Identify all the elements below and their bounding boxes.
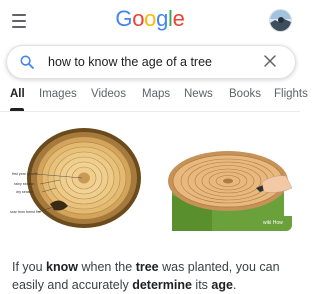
tab-news[interactable]: News — [184, 88, 213, 100]
label-fire-scar: scar from forest fire — [10, 210, 41, 214]
label-first-year-growth: first year growth — [12, 172, 38, 176]
user-avatar[interactable] — [269, 9, 292, 32]
logo-letter: G — [115, 6, 133, 31]
snippet-text: its — [191, 278, 212, 292]
snippet-text: . — [232, 278, 237, 292]
tab-flights[interactable]: Flights — [274, 88, 308, 100]
wikihow-watermark: wiki How — [263, 220, 283, 226]
close-icon[interactable] — [263, 54, 277, 68]
snippet-text: when the — [78, 260, 136, 274]
snippet-text: If you — [12, 260, 47, 274]
tab-all[interactable]: All — [10, 88, 25, 100]
featured-snippet-text: If you know when the tree was planted, y… — [12, 258, 292, 294]
search-icon[interactable] — [20, 55, 34, 69]
logo-letter: g — [156, 6, 169, 31]
tab-books[interactable]: Books — [229, 88, 261, 100]
label-rainy-season: rainy season — [14, 182, 35, 186]
image-result-tree-rings-diagram[interactable]: first year growth rainy season dry seaso… — [10, 126, 147, 231]
snippet-keyword: determine — [132, 278, 192, 292]
tab-videos[interactable]: Videos — [91, 88, 126, 100]
label-dry-season: dry season — [16, 190, 34, 194]
snippet-keyword: age — [211, 278, 233, 292]
tab-images[interactable]: Images — [39, 88, 77, 100]
snippet-keyword: tree — [135, 260, 159, 274]
logo-letter: o — [144, 6, 157, 31]
tab-maps[interactable]: Maps — [142, 88, 170, 100]
google-logo[interactable]: Google — [0, 6, 300, 32]
logo-letter: e — [172, 6, 185, 31]
tabs-divider — [0, 111, 300, 112]
search-input[interactable] — [48, 52, 248, 72]
image-result-counting-rings[interactable]: wiki How — [152, 126, 292, 231]
logo-letter: o — [132, 6, 145, 31]
snippet-keyword: know — [46, 260, 78, 274]
